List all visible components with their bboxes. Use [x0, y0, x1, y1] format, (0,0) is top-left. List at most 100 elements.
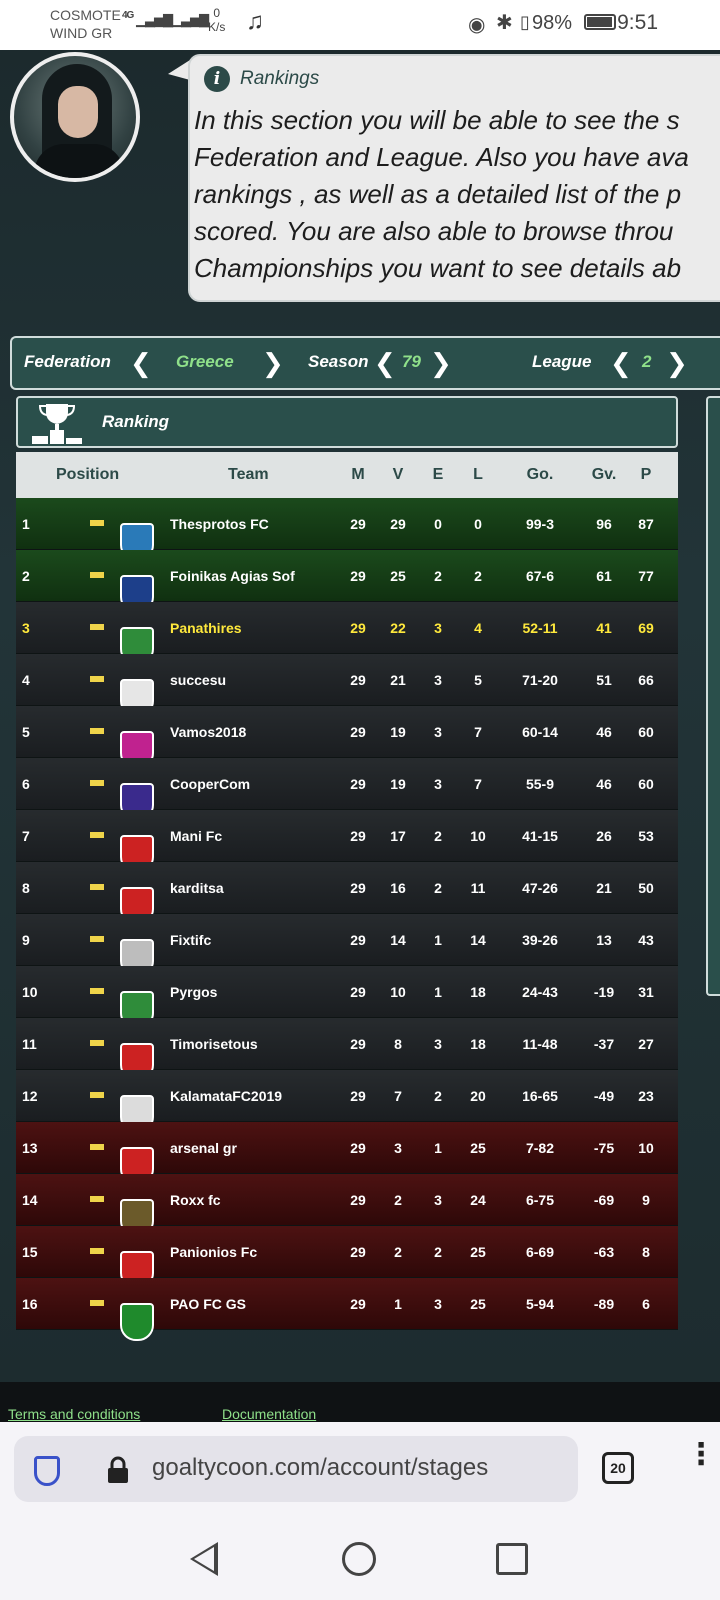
team-crest-icon[interactable]: [120, 661, 154, 717]
team-name[interactable]: CooperCom: [170, 776, 250, 792]
address-bar[interactable]: goaltycoon.com/account/stages: [14, 1436, 578, 1502]
team-name[interactable]: karditsa: [170, 880, 224, 896]
table-row[interactable]: 6 CooperCom 29 19 3 7 55-9 46 60: [16, 758, 678, 821]
team-crest-icon[interactable]: [120, 1129, 154, 1185]
shield-icon[interactable]: [34, 1456, 60, 1486]
team-crest-icon[interactable]: [120, 609, 154, 665]
flag-icon: [90, 728, 104, 734]
team-crest-icon[interactable]: [120, 869, 154, 925]
table-row[interactable]: 14 Roxx fc 29 2 3 24 6-75 -69 9: [16, 1174, 678, 1237]
losses-cell: 14: [470, 932, 486, 948]
table-row[interactable]: 10 Pyrgos 29 10 1 18 24-43 -19 31: [16, 966, 678, 1029]
home-icon[interactable]: [342, 1542, 376, 1576]
table-row[interactable]: 5 Vamos2018 29 19 3 7 60-14 46 60: [16, 706, 678, 769]
team-name[interactable]: Fixtifc: [170, 932, 211, 948]
team-crest-icon[interactable]: [120, 765, 154, 821]
losses-cell: 25: [470, 1296, 486, 1312]
documentation-link[interactable]: Documentation: [222, 1406, 316, 1422]
table-row[interactable]: 15 Panionios Fc 29 2 2 25 6-69 -63 8: [16, 1226, 678, 1289]
team-name[interactable]: Roxx fc: [170, 1192, 221, 1208]
season-label: Season: [308, 352, 369, 371]
info-text: In this section you will be able to see …: [194, 102, 720, 287]
team-crest-icon[interactable]: [120, 713, 154, 769]
recent-apps-icon[interactable]: [496, 1543, 528, 1575]
matches-cell: 29: [350, 1140, 366, 1156]
table-row[interactable]: 13 arsenal gr 29 3 1 25 7-82 -75 10: [16, 1122, 678, 1185]
team-crest-icon[interactable]: [120, 1233, 154, 1289]
goal-diff-cell: -49: [593, 1088, 615, 1104]
carrier-1: COSMOTE: [50, 7, 121, 23]
team-crest-icon[interactable]: [120, 817, 154, 873]
federation-next-icon[interactable]: ❯: [262, 348, 284, 378]
table-row[interactable]: 4 succesu 29 21 3 5 71-20 51 66: [16, 654, 678, 717]
team-name[interactable]: Timorisetous: [170, 1036, 258, 1052]
losses-cell: 18: [470, 984, 486, 1000]
table-row[interactable]: 9 Fixtifc 29 14 1 14 39-26 13 43: [16, 914, 678, 977]
back-icon[interactable]: [190, 1542, 218, 1576]
team-crest-icon[interactable]: [120, 557, 154, 613]
tab-count-button[interactable]: 20: [602, 1452, 634, 1484]
team-name[interactable]: Panionios Fc: [170, 1244, 257, 1260]
team-crest-icon[interactable]: [120, 1181, 154, 1237]
team-name[interactable]: Vamos2018: [170, 724, 246, 740]
table-row[interactable]: 1 Thesprotos FC 29 29 0 0 99-3 96 87: [16, 498, 678, 561]
position-cell: 15: [22, 1244, 38, 1260]
team-name[interactable]: succesu: [170, 672, 226, 688]
points-cell: 53: [638, 828, 654, 844]
table-row[interactable]: 12 KalamataFC2019 29 7 2 20 16-65 -49 23: [16, 1070, 678, 1133]
header-position: Position: [56, 466, 120, 483]
table-row[interactable]: 16 PAO FC GS 29 1 3 25 5-94 -89 6: [16, 1278, 678, 1341]
table-row[interactable]: 7 Mani Fc 29 17 2 10 41-15 26 53: [16, 810, 678, 873]
federation-prev-icon[interactable]: ❮: [130, 348, 152, 378]
team-name[interactable]: Panathires: [170, 620, 242, 636]
flag-icon: [90, 1248, 104, 1254]
league-next-icon[interactable]: ❯: [666, 348, 688, 378]
table-row[interactable]: 11 Timorisetous 29 8 3 18 11-48 -37 27: [16, 1018, 678, 1081]
flag-icon: [90, 936, 104, 942]
flag-icon: [90, 1092, 104, 1098]
season-next-icon[interactable]: ❯: [430, 348, 452, 378]
carrier-2: WIND GR: [50, 25, 113, 41]
points-cell: 43: [638, 932, 654, 948]
team-crest-icon[interactable]: [120, 1285, 154, 1341]
goal-diff-cell: 26: [596, 828, 612, 844]
matches-cell: 29: [350, 1088, 366, 1104]
wins-cell: 16: [390, 880, 406, 896]
points-cell: 23: [638, 1088, 654, 1104]
matches-cell: 29: [350, 724, 366, 740]
table-row[interactable]: 2 Foinikas Agias Sof 29 25 2 2 67-6 61 77: [16, 550, 678, 613]
team-name[interactable]: Thesprotos FC: [170, 516, 269, 532]
table-row[interactable]: 8 karditsa 29 16 2 11 47-26 21 50: [16, 862, 678, 925]
team-name[interactable]: PAO FC GS: [170, 1296, 246, 1312]
flag-icon: [90, 1300, 104, 1306]
team-name[interactable]: Pyrgos: [170, 984, 217, 1000]
wins-cell: 7: [394, 1088, 402, 1104]
team-crest-icon[interactable]: [120, 921, 154, 977]
goals-cell: 7-82: [525, 1140, 555, 1156]
team-name[interactable]: Foinikas Agias Sof: [170, 568, 295, 584]
header-l: L: [473, 466, 483, 483]
menu-icon[interactable]: ⋮: [686, 1440, 716, 1470]
team-crest-icon[interactable]: [120, 1077, 154, 1133]
terms-link[interactable]: Terms and conditions: [8, 1406, 140, 1422]
team-crest-icon[interactable]: [120, 1025, 154, 1081]
wins-cell: 2: [394, 1192, 402, 1208]
team-name[interactable]: arsenal gr: [170, 1140, 237, 1156]
matches-cell: 29: [350, 932, 366, 948]
url-text[interactable]: goaltycoon.com/account/stages: [152, 1454, 488, 1482]
losses-cell: 25: [470, 1244, 486, 1260]
signal-icon: ▁▃▅▇: [136, 12, 173, 27]
table-row[interactable]: 3 Panathires 29 22 3 4 52-11 41 69: [16, 602, 678, 665]
team-crest-icon[interactable]: [120, 505, 154, 561]
flag-icon: [90, 676, 104, 682]
draws-cell: 1: [434, 984, 442, 1000]
wins-cell: 1: [394, 1296, 402, 1312]
matches-cell: 29: [350, 1192, 366, 1208]
league-prev-icon[interactable]: ❮: [610, 348, 632, 378]
season-prev-icon[interactable]: ❮: [374, 348, 396, 378]
team-name[interactable]: Mani Fc: [170, 828, 222, 844]
info-line: Championships you want to see details ab: [194, 253, 682, 283]
team-name[interactable]: KalamataFC2019: [170, 1088, 282, 1104]
team-crest-icon[interactable]: [120, 973, 154, 1029]
wins-cell: 2: [394, 1244, 402, 1260]
